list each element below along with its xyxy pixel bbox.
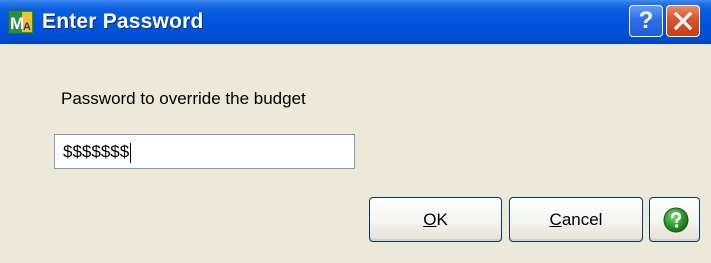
question-mark-icon: ? <box>638 7 654 34</box>
password-field[interactable]: $$$$$$$ <box>54 134 355 169</box>
enter-password-dialog: M A Enter Password ? Password to overrid… <box>0 0 711 263</box>
app-icon: M A <box>8 10 34 34</box>
close-icon <box>674 12 692 30</box>
help-question-icon <box>663 207 689 233</box>
cancel-mnemonic: C <box>549 210 562 229</box>
cancel-label-rest: ancel <box>561 210 603 229</box>
ok-mnemonic: O <box>423 210 437 229</box>
ok-button[interactable]: OK <box>369 197 502 242</box>
cancel-button[interactable]: Cancel <box>509 197 643 242</box>
title-close-button[interactable] <box>666 5 700 37</box>
title-bar[interactable]: M A Enter Password ? <box>0 0 711 44</box>
password-prompt-label: Password to override the budget <box>61 89 306 108</box>
text-caret <box>130 142 132 163</box>
title-help-button[interactable]: ? <box>629 5 663 37</box>
ok-label-rest: K <box>436 210 448 229</box>
svg-text:A: A <box>23 21 31 33</box>
window-title: Enter Password <box>42 10 204 33</box>
help-button[interactable] <box>649 197 700 242</box>
password-value: $$$$$$$ <box>63 142 130 161</box>
